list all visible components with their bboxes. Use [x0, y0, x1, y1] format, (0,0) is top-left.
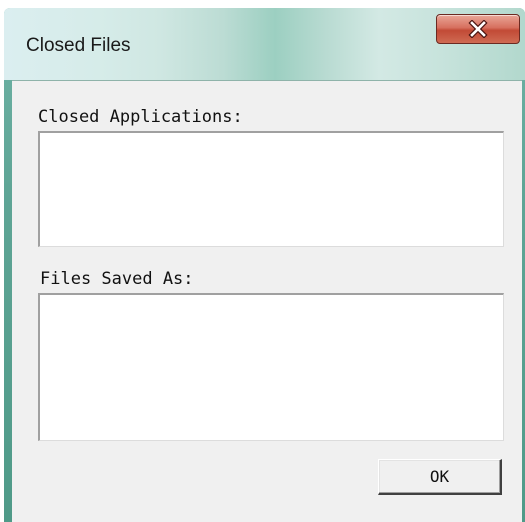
closed-applications-label: Closed Applications:: [38, 107, 243, 127]
dialog-body: Closed Applications: Files Saved As: OK: [12, 80, 522, 522]
window-title: Closed Files: [26, 35, 131, 56]
ok-button[interactable]: OK: [378, 459, 502, 495]
close-button[interactable]: [436, 14, 520, 44]
closed-files-dialog: Closed Files Closed Applications: Files …: [4, 8, 525, 522]
files-saved-as-list[interactable]: [38, 293, 504, 441]
close-icon: [467, 20, 489, 38]
closed-applications-list[interactable]: [38, 131, 504, 247]
files-saved-as-label: Files Saved As:: [40, 269, 194, 289]
title-bar[interactable]: Closed Files: [4, 8, 525, 80]
